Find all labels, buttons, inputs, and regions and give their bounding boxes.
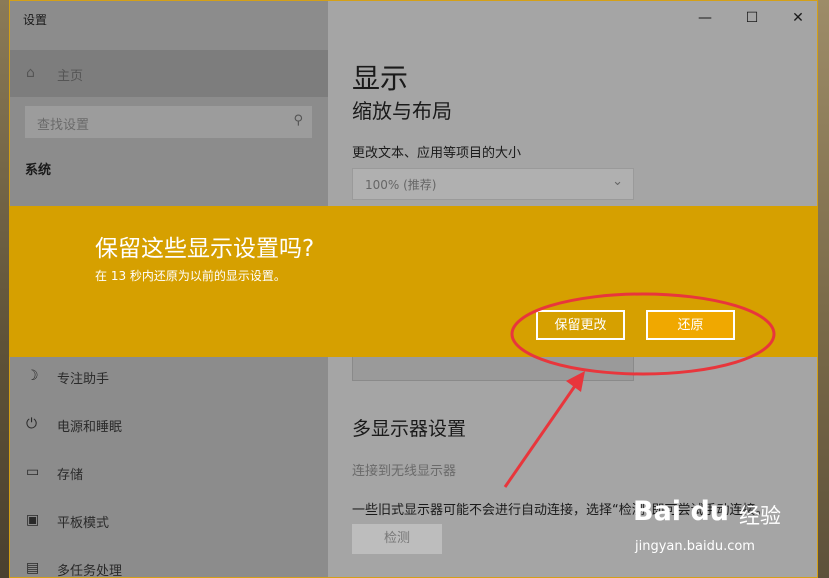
scale-dropdown[interactable]: 100% (推荐) ⌄ bbox=[352, 168, 634, 200]
sidebar-section-title: 系统 bbox=[25, 163, 52, 178]
title-bar: 设置 — ☐ ✕ bbox=[10, 1, 817, 35]
window-title: 设置 bbox=[23, 13, 48, 27]
detect-button[interactable]: 检测 bbox=[352, 524, 442, 554]
sidebar-item-label: 电源和睡眠 bbox=[57, 420, 123, 435]
scale-heading: 缩放与布局 bbox=[352, 99, 452, 123]
minimize-button[interactable]: — bbox=[690, 7, 720, 29]
sidebar-item-label: 存储 bbox=[57, 468, 84, 483]
baidu-watermark: Bai du 经验 jingyan.baidu.com bbox=[633, 491, 803, 571]
banner-subtitle: 在 13 秒内还原为以前的显示设置。 bbox=[95, 269, 286, 283]
maximize-button[interactable]: ☐ bbox=[737, 7, 767, 29]
search-input[interactable]: 查找设置 ⚲ bbox=[25, 106, 312, 138]
keep-display-settings-banner: 保留这些显示设置吗? 在 13 秒内还原为以前的显示设置。 保留更改 还原 bbox=[9, 206, 818, 357]
tablet-icon: ▣ bbox=[26, 512, 40, 528]
search-icon[interactable]: ⚲ bbox=[293, 113, 303, 128]
watermark-url: jingyan.baidu.com bbox=[635, 539, 755, 554]
baidu-logo: Bai du bbox=[633, 496, 730, 527]
sidebar-item-multitasking[interactable]: ▤ 多任务处理 bbox=[10, 549, 328, 578]
desktop-edge-right bbox=[818, 0, 829, 578]
chevron-down-icon: ⌄ bbox=[612, 174, 623, 189]
multitasking-icon: ▤ bbox=[26, 560, 40, 576]
wireless-display-link[interactable]: 连接到无线显示器 bbox=[352, 460, 456, 479]
sidebar-item-storage[interactable]: ▭ 存储 bbox=[10, 453, 328, 493]
scale-label: 更改文本、应用等项目的大小 bbox=[352, 146, 522, 161]
storage-icon: ▭ bbox=[26, 464, 40, 480]
revert-button[interactable]: 还原 bbox=[646, 310, 735, 340]
desktop-edge-left bbox=[0, 0, 9, 578]
sidebar-item-power[interactable]: ⏻ 电源和睡眠 bbox=[10, 405, 328, 445]
sidebar-item-label: 多任务处理 bbox=[57, 564, 123, 578]
power-icon: ⏻ bbox=[26, 416, 38, 432]
sidebar-item-tablet[interactable]: ▣ 平板模式 bbox=[10, 501, 328, 541]
page-title: 显示 bbox=[352, 62, 409, 95]
focus-assist-icon: ☽ bbox=[26, 368, 39, 384]
scale-value: 100% (推荐) bbox=[365, 178, 437, 192]
multi-display-heading: 多显示器设置 bbox=[352, 418, 467, 440]
search-placeholder: 查找设置 bbox=[37, 118, 90, 133]
home-icon: ⌂ bbox=[26, 65, 35, 81]
sidebar-item-label: 主页 bbox=[57, 69, 84, 84]
sidebar-item-label: 平板模式 bbox=[57, 516, 110, 531]
close-button[interactable]: ✕ bbox=[783, 7, 813, 29]
sidebar-item-home[interactable]: ⌂ 主页 bbox=[10, 50, 328, 97]
sidebar-item-focus-assist[interactable]: ☽ 专注助手 bbox=[10, 357, 328, 397]
sidebar-item-label: 专注助手 bbox=[57, 372, 110, 387]
keep-changes-button[interactable]: 保留更改 bbox=[536, 310, 625, 340]
banner-title: 保留这些显示设置吗? bbox=[95, 236, 315, 262]
jingyan-label: 经验 bbox=[739, 504, 781, 528]
